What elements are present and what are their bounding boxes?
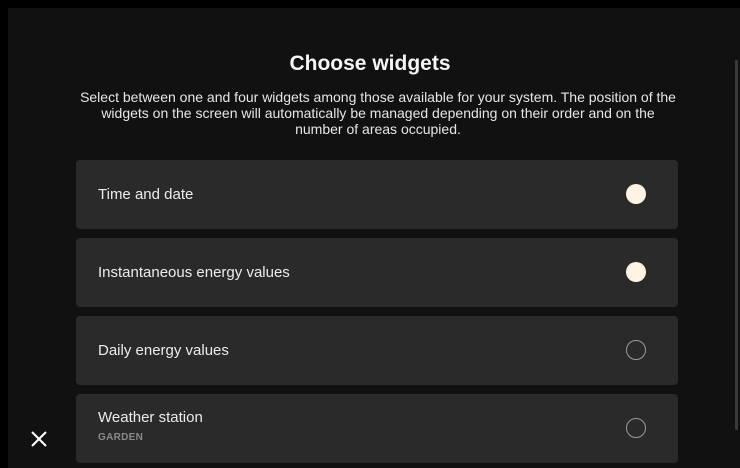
radio-unselected-icon[interactable] xyxy=(626,418,646,438)
widget-option-weather-station[interactable]: Weather station GARDEN xyxy=(76,394,678,463)
radio-selected-icon[interactable] xyxy=(626,262,646,282)
radio-selected-icon[interactable] xyxy=(626,184,646,204)
widget-option-instantaneous-energy[interactable]: Instantaneous energy values xyxy=(76,238,678,307)
page-title: Choose widgets xyxy=(289,52,451,75)
radio-unselected-icon[interactable] xyxy=(626,340,646,360)
widget-option-sublabel: GARDEN xyxy=(98,432,144,443)
widget-option-label: Instantaneous energy values xyxy=(98,264,290,281)
widget-option-label: Time and date xyxy=(98,186,194,203)
widget-option-label: Weather station xyxy=(98,409,203,426)
widget-option-label: Daily energy values xyxy=(98,342,229,359)
widget-chooser-screen: Choose widgets Select between one and fo… xyxy=(8,8,740,468)
close-icon xyxy=(31,431,47,447)
widget-option-daily-energy[interactable]: Daily energy values xyxy=(76,316,678,385)
page-description: Select between one and four widgets amon… xyxy=(80,89,676,137)
close-button[interactable] xyxy=(26,426,52,452)
widget-option-time-date[interactable]: Time and date xyxy=(76,160,678,229)
scrollbar[interactable] xyxy=(735,60,738,430)
